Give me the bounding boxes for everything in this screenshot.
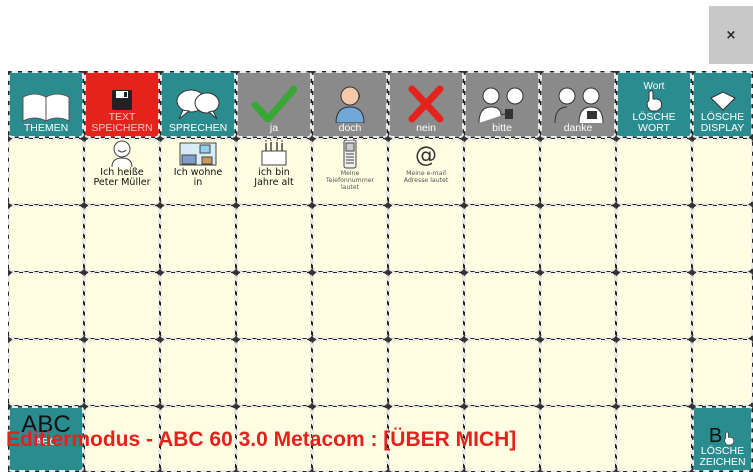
empty-cell[interactable] xyxy=(692,272,753,339)
pointing-hand-icon xyxy=(646,90,662,112)
empty-cell[interactable] xyxy=(616,406,692,472)
themen-button[interactable]: THEMEN xyxy=(8,71,84,138)
book-icon xyxy=(22,93,70,122)
telefonnummer-label: Meine Telefonnummer lautet xyxy=(325,170,375,191)
living-room-icon xyxy=(179,142,217,166)
empty-cell[interactable] xyxy=(616,339,692,406)
doch-label: doch xyxy=(338,122,362,134)
empty-cell[interactable] xyxy=(616,205,692,272)
empty-cell[interactable] xyxy=(616,138,692,205)
empty-cell[interactable] xyxy=(84,205,160,272)
letter-b-symbol: B xyxy=(708,425,723,447)
please-people-icon xyxy=(478,87,524,123)
loesche-display-button[interactable]: LÖSCHE DISPLAY xyxy=(692,71,753,138)
loesche-wort-button[interactable]: Wort LÖSCHE WORT xyxy=(616,71,692,138)
empty-cell[interactable] xyxy=(464,339,540,406)
empty-cell[interactable] xyxy=(312,205,388,272)
sprechen-button[interactable]: SPRECHEN xyxy=(160,71,236,138)
empty-cell[interactable] xyxy=(540,138,616,205)
empty-cell[interactable] xyxy=(692,138,753,205)
cross-icon xyxy=(408,85,444,123)
empty-cell[interactable] xyxy=(312,339,388,406)
empty-cell[interactable] xyxy=(388,205,464,272)
eraser-icon xyxy=(709,91,736,111)
empty-cell[interactable] xyxy=(540,406,616,472)
sprechen-label: SPRECHEN xyxy=(168,122,228,134)
empty-cell[interactable] xyxy=(84,272,160,339)
doch-button[interactable]: doch xyxy=(312,71,388,138)
bitte-button[interactable]: bitte xyxy=(464,71,540,138)
empty-cell[interactable] xyxy=(464,272,540,339)
text-speichern-label: TEXT SPEICHERN xyxy=(91,111,153,134)
loesche-zeichen-label: LÖSCHE ZEICHEN xyxy=(699,445,746,468)
ich-heisse-cell[interactable]: Ich heiße Peter Müller xyxy=(84,138,160,205)
status-bar: Editiermodus - ABC 60 3.0 Metacom : [ÜBE… xyxy=(6,428,517,451)
ich-bin-label: ich bin Jahre alt xyxy=(254,167,294,188)
birthday-cake-icon xyxy=(261,139,287,166)
pointing-hand-icon xyxy=(724,431,735,446)
loesche-display-label: LÖSCHE DISPLAY xyxy=(700,111,745,134)
empty-cell[interactable] xyxy=(464,138,540,205)
danke-label: danke xyxy=(563,122,593,134)
ja-label: ja xyxy=(269,122,279,134)
empty-cell[interactable] xyxy=(160,272,236,339)
at-sign-icon: @ xyxy=(415,143,437,168)
empty-cell[interactable] xyxy=(464,205,540,272)
empty-cell[interactable] xyxy=(388,339,464,406)
empty-cell[interactable] xyxy=(236,272,312,339)
empty-cell[interactable] xyxy=(692,205,753,272)
text-speichern-button[interactable]: TEXT SPEICHERN xyxy=(84,71,160,138)
danke-button[interactable]: danke xyxy=(540,71,616,138)
empty-cell[interactable] xyxy=(8,138,84,205)
empty-cell[interactable] xyxy=(8,272,84,339)
ich-heisse-label: Ich heiße Peter Müller xyxy=(93,167,151,188)
email-cell[interactable]: @ Meine e-mail Adresse lautet xyxy=(388,138,464,205)
empty-cell[interactable] xyxy=(160,205,236,272)
empty-cell[interactable] xyxy=(236,205,312,272)
phone-icon xyxy=(343,139,357,169)
ich-wohne-label: Ich wohne in xyxy=(173,167,223,188)
empty-cell[interactable] xyxy=(236,339,312,406)
empty-cell[interactable] xyxy=(84,339,160,406)
empty-cell[interactable] xyxy=(540,339,616,406)
person-face-icon xyxy=(111,140,133,167)
empty-cell[interactable] xyxy=(540,272,616,339)
empty-cell[interactable] xyxy=(692,339,753,406)
nodding-person-icon xyxy=(335,86,365,123)
thanks-people-icon xyxy=(554,87,604,123)
loesche-wort-label: LÖSCHE WORT xyxy=(632,111,676,134)
ja-button[interactable]: ja xyxy=(236,71,312,138)
loesche-zeichen-button[interactable]: B LÖSCHE ZEICHEN xyxy=(692,406,753,472)
themen-label: THEMEN xyxy=(23,122,69,134)
ich-wohne-cell[interactable]: Ich wohne in xyxy=(160,138,236,205)
empty-cell[interactable] xyxy=(616,272,692,339)
ich-bin-cell[interactable]: ich bin Jahre alt xyxy=(236,138,312,205)
empty-cell[interactable] xyxy=(160,339,236,406)
close-button[interactable]: × xyxy=(709,6,753,64)
nein-button[interactable]: nein xyxy=(388,71,464,138)
empty-cell[interactable] xyxy=(312,272,388,339)
symbol-grid: THEMEN TEXT SPEICHERN SPRECHEN ja doch n… xyxy=(8,71,753,472)
empty-cell[interactable] xyxy=(8,339,84,406)
empty-cell[interactable] xyxy=(388,272,464,339)
email-label: Meine e-mail Adresse lautet xyxy=(403,170,449,184)
checkmark-icon xyxy=(251,85,297,123)
floppy-disk-icon xyxy=(112,90,132,110)
empty-cell[interactable] xyxy=(540,205,616,272)
telefonnummer-cell[interactable]: Meine Telefonnummer lautet xyxy=(312,138,388,205)
bitte-label: bitte xyxy=(492,122,512,134)
empty-cell[interactable] xyxy=(8,205,84,272)
nein-label: nein xyxy=(416,122,436,134)
speech-bubbles-icon xyxy=(176,89,220,120)
